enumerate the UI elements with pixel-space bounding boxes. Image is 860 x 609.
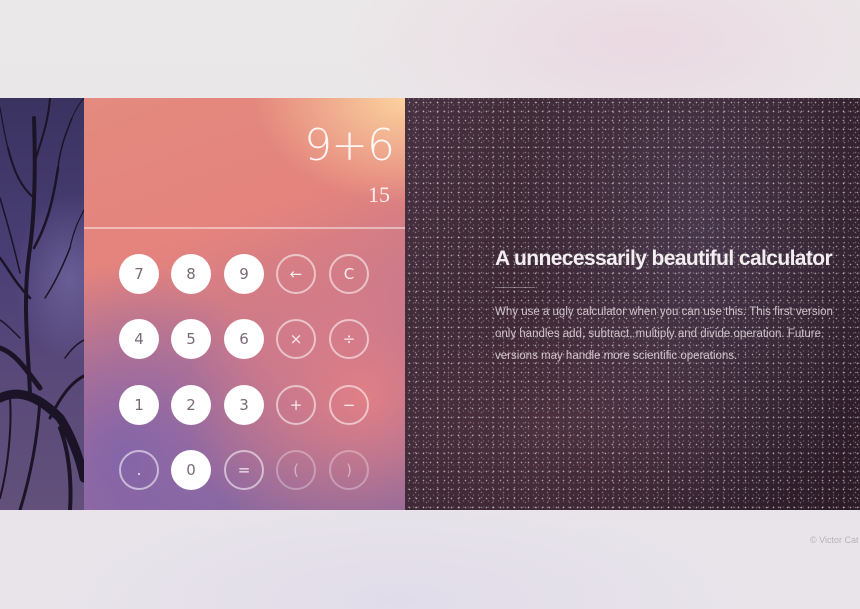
key-2[interactable]: 2 <box>171 385 211 425</box>
backspace-icon[interactable]: ← <box>276 254 316 294</box>
result-display: 15 <box>368 182 390 207</box>
key-7[interactable]: 7 <box>119 254 159 294</box>
title-divider <box>495 287 535 288</box>
multiply-button[interactable]: × <box>276 319 316 359</box>
key-3[interactable]: 3 <box>224 385 264 425</box>
description-text: Why use a ugly calculator when you can u… <box>495 306 833 362</box>
open-paren-button[interactable]: ( <box>276 450 316 490</box>
key-9[interactable]: 9 <box>224 254 264 294</box>
key-1[interactable]: 1 <box>119 385 159 425</box>
equals-button[interactable]: = <box>224 450 264 490</box>
calculator-panel: 9+6 15 7 8 9 ← C 4 5 6 × ÷ 1 2 3 + −. 0 = () <box>84 98 405 510</box>
key-4[interactable]: 4 <box>119 319 159 359</box>
divide-button[interactable]: ÷ <box>329 319 369 359</box>
page-title: A unnecessarily beautiful calculator <box>495 247 833 270</box>
expression-display: 9+6 <box>304 120 395 171</box>
key-0[interactable]: 0 <box>171 450 211 490</box>
subtract-button[interactable]: − <box>329 385 369 425</box>
footer-credit: © Victor Cat <box>810 535 859 545</box>
key-5[interactable]: 5 <box>171 319 211 359</box>
clear-button[interactable]: C <box>329 254 369 294</box>
key-6[interactable]: 6 <box>224 319 264 359</box>
key-8[interactable]: 8 <box>171 254 211 294</box>
display-divider <box>84 227 405 229</box>
tree-silhouette-image <box>0 98 84 510</box>
hero-banner: 9+6 15 7 8 9 ← C 4 5 6 × ÷ 1 2 3 + −. 0 = () A unnecessar… <box>0 98 860 510</box>
add-button[interactable]: + <box>276 385 316 425</box>
close-paren-button[interactable]: ) <box>329 450 369 490</box>
decimal-button[interactable]: . <box>119 450 159 490</box>
